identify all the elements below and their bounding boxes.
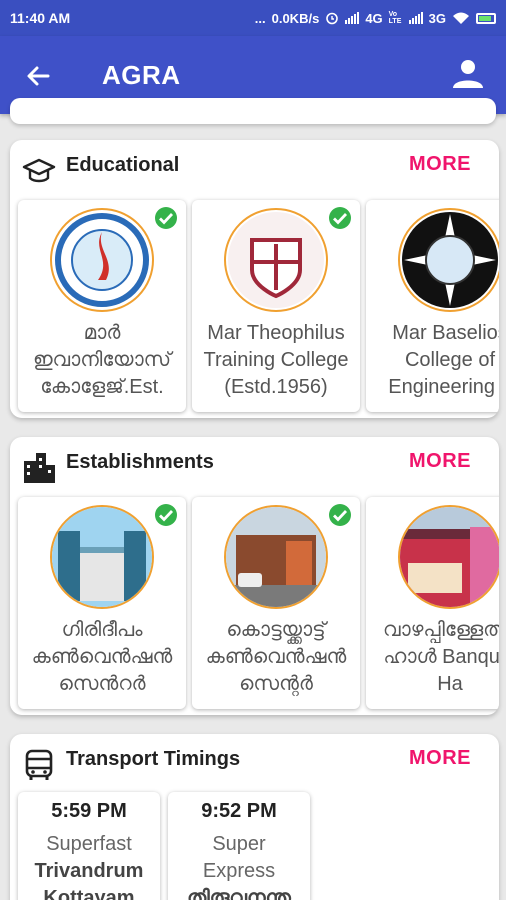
previous-section-card xyxy=(10,98,496,124)
signal-icon xyxy=(345,12,360,24)
item-name: മാർ ഇവാനിയോസ് കോളേജ്.Est. xyxy=(32,322,172,398)
section-header: Educational MORE xyxy=(10,140,499,192)
item-name: കൊട്ടയ്ക്കാട്ട് കൺവെൻഷൻ സെന്റർ xyxy=(205,619,347,695)
college-logo xyxy=(50,208,154,312)
college-logo xyxy=(224,208,328,312)
arrow-back-icon[interactable] xyxy=(22,60,54,92)
bus-type: Super Express xyxy=(202,833,276,882)
timing-list: 5:59 PM Superfast Trivandrum Kottayam 9:… xyxy=(18,792,310,900)
card-list: ഗിരിദീപം കൺവെൻഷൻ സെൻറർ കൊട്ടയ്ക്കാട്ട് ക… xyxy=(18,497,499,709)
volte-badge: Vo LTE xyxy=(388,11,402,25)
list-item[interactable]: ഗിരിദീപം കൺവെൻഷൻ സെൻറർ xyxy=(18,497,186,709)
card-list: മാർ ഇവാനിയോസ് കോളേജ്.Est. Mar Theophilus… xyxy=(18,200,499,412)
establishments-section: Establishments MORE ഗിരിദീപം കൺവെൻഷൻ സെൻ… xyxy=(10,437,499,715)
item-name: ഗിരിദീപം കൺവെൻഷൻ സെൻറർ xyxy=(31,619,173,695)
timing-card[interactable]: 5:59 PM Superfast Trivandrum Kottayam xyxy=(18,792,160,900)
list-item[interactable]: മാർ ഇവാനിയോസ് കോളേജ്.Est. xyxy=(18,200,186,412)
list-item[interactable]: വാഴപ്പിള്ളേത്ത് ഹാൾ Banquet Ha xyxy=(366,497,499,709)
buildings-icon xyxy=(24,453,55,483)
battery-icon xyxy=(476,12,496,24)
verified-check-icon xyxy=(329,207,351,229)
more-button[interactable]: MORE xyxy=(409,153,471,176)
bus-type: Superfast xyxy=(46,833,132,855)
item-name: Mar Baselios College of Engineering a xyxy=(388,322,499,398)
page-title: AGRA xyxy=(102,60,181,90)
bus-icon xyxy=(25,749,53,780)
section-title: Educational xyxy=(66,154,180,176)
verified-check-icon xyxy=(329,504,351,526)
college-logo xyxy=(398,208,499,312)
verified-check-icon xyxy=(155,504,177,526)
venue-photo xyxy=(224,505,328,609)
section-header: Establishments MORE xyxy=(10,437,499,489)
status-time: 11:40 AM xyxy=(10,10,71,26)
venue-photo xyxy=(50,505,154,609)
network-type-1: 4G xyxy=(365,10,383,26)
network-type-2: 3G xyxy=(428,10,446,26)
section-header: Transport Timings MORE xyxy=(10,734,499,786)
signal-icon-2 xyxy=(408,12,423,24)
network-speed: 0.0KB/s xyxy=(271,10,320,26)
list-item[interactable]: Mar Baselios College of Engineering a xyxy=(366,200,499,412)
departure-time: 9:52 PM xyxy=(201,800,277,822)
educational-section: Educational MORE മാർ ഇവാനിയോസ് കോളേജ്.Es… xyxy=(10,140,499,418)
section-title: Establishments xyxy=(66,451,214,473)
transport-section: Transport Timings MORE 5:59 PM Superfast… xyxy=(10,734,499,900)
status-bar: 11:40 AM ... 0.0KB/s 4G Vo LTE 3G xyxy=(0,0,506,36)
more-button[interactable]: MORE xyxy=(409,747,471,770)
more-button[interactable]: MORE xyxy=(409,450,471,473)
section-title: Transport Timings xyxy=(66,748,241,770)
departure-time: 5:59 PM xyxy=(51,800,127,822)
alarm-icon xyxy=(326,12,339,25)
graduation-cap-icon xyxy=(22,158,56,183)
list-item[interactable]: കൊട്ടയ്ക്കാട്ട് കൺവെൻഷൻ സെന്റർ xyxy=(192,497,360,709)
route: Trivandrum Kottayam xyxy=(34,860,144,900)
status-dots: ... xyxy=(254,10,266,26)
item-name: വാഴപ്പിള്ളേത്ത് ഹാൾ Banquet Ha xyxy=(382,619,499,695)
venue-photo xyxy=(398,505,499,609)
timing-card[interactable]: 9:52 PM Super Express തിരുവനന്ത xyxy=(168,792,310,900)
item-name: Mar Theophilus Training College (Estd.19… xyxy=(203,322,349,398)
route: തിരുവനന്ത xyxy=(187,887,291,900)
verified-check-icon xyxy=(155,207,177,229)
wifi-icon xyxy=(453,12,469,24)
person-icon[interactable] xyxy=(450,56,486,92)
list-item[interactable]: Mar Theophilus Training College (Estd.19… xyxy=(192,200,360,412)
